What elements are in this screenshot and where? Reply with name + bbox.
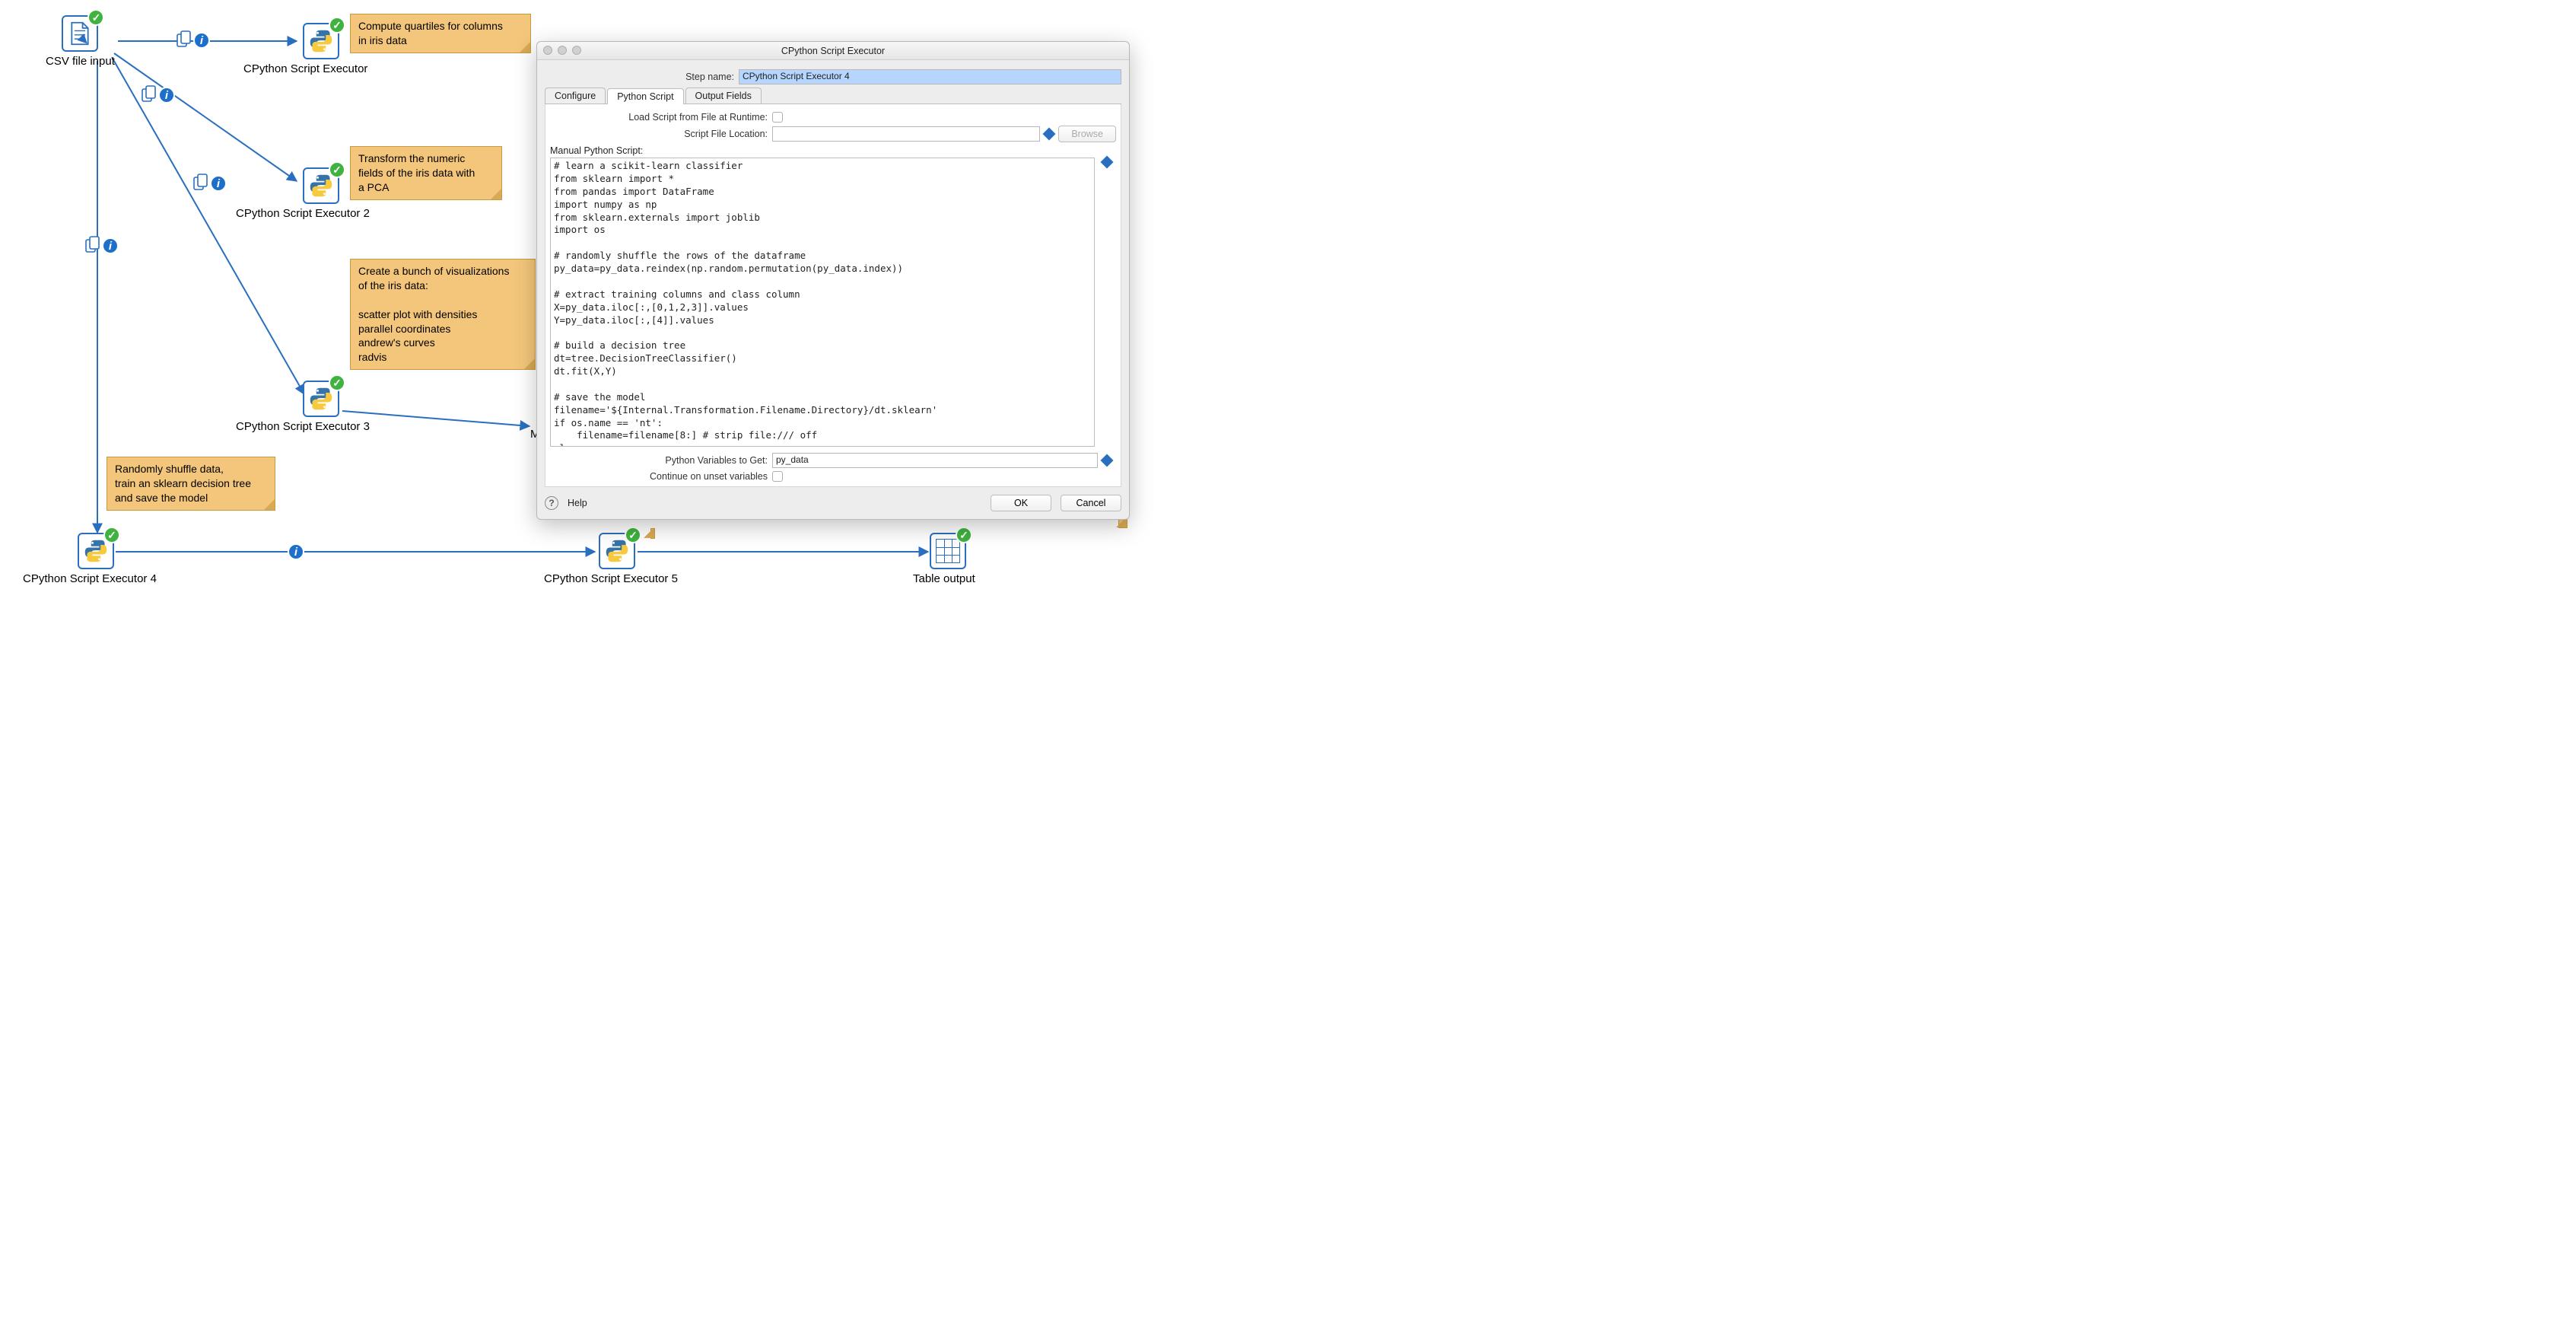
check-icon: ✓ [956, 527, 972, 543]
manual-script-label: Manual Python Script: [550, 145, 1116, 156]
load-script-label: Load Script from File at Runtime: [550, 112, 772, 123]
cancel-button[interactable]: Cancel [1061, 495, 1121, 511]
python-icon [309, 387, 333, 411]
step-name-input[interactable]: CPython Script Executor 4 [739, 69, 1121, 84]
node-cpython-executor-4[interactable]: ✓ CPython Script Executor 4 [23, 533, 157, 585]
python-icon [84, 539, 108, 563]
dialog-title: CPython Script Executor [781, 46, 885, 56]
tabs: Configure Python Script Output Fields [545, 88, 1121, 104]
dialog-cpython-script-executor[interactable]: CPython Script Executor Step name: CPyth… [536, 41, 1130, 520]
check-icon: ✓ [329, 374, 345, 391]
info-icon[interactable]: i [288, 543, 304, 560]
note-pca[interactable]: Transform the numeric fields of the iris… [350, 146, 502, 200]
browse-button[interactable]: Browse [1058, 126, 1116, 142]
zoom-dot[interactable] [572, 46, 581, 55]
hop-copy-icon[interactable] [85, 236, 100, 254]
check-icon: ✓ [625, 527, 641, 543]
info-icon[interactable]: i [102, 237, 119, 254]
dialog-titlebar[interactable]: CPython Script Executor [537, 42, 1129, 60]
python-icon [309, 29, 333, 53]
minimize-dot[interactable] [558, 46, 567, 55]
node-label: CSV file input [46, 55, 115, 68]
script-textarea[interactable]: # learn a scikit-learn classifier from s… [550, 158, 1095, 447]
help-icon[interactable]: ? [545, 496, 558, 510]
tab-configure[interactable]: Configure [545, 88, 606, 104]
node-cpython-executor-3[interactable]: ✓ CPython Script Executor 3 [236, 381, 370, 433]
node-label: CPython Script Executor 3 [236, 420, 370, 433]
continue-label: Continue on unset variables [550, 471, 772, 482]
check-icon: ✓ [329, 161, 345, 178]
python-vars-label: Python Variables to Get: [550, 455, 772, 466]
note-sliver [650, 528, 655, 539]
load-script-checkbox[interactable] [772, 112, 783, 123]
file-icon [68, 21, 92, 46]
node-label: CPython Script Executor 2 [236, 207, 370, 220]
note-shuffle[interactable]: Randomly shuffle data, train an sklearn … [107, 457, 275, 511]
node-label: CPython Script Executor [243, 62, 367, 75]
hop-copy-icon[interactable] [177, 30, 192, 49]
ok-button[interactable]: OK [991, 495, 1051, 511]
tab-python-script[interactable]: Python Script [607, 88, 683, 104]
check-icon: ✓ [87, 9, 104, 26]
info-icon[interactable]: i [158, 87, 175, 104]
node-label: CPython Script Executor 5 [544, 572, 678, 585]
variable-icon[interactable] [1043, 128, 1056, 141]
script-location-input[interactable] [772, 126, 1040, 142]
continue-checkbox[interactable] [772, 471, 783, 482]
variable-icon[interactable] [1101, 454, 1114, 467]
step-name-label: Step name: [545, 72, 739, 82]
python-vars-input[interactable]: py_data [772, 453, 1098, 468]
hop-copy-icon[interactable] [193, 174, 208, 192]
help-label[interactable]: Help [568, 498, 587, 508]
table-icon [936, 539, 960, 563]
node-table-output[interactable]: ✓ Table output [913, 533, 975, 585]
python-icon [605, 539, 629, 563]
python-icon [309, 174, 333, 198]
node-label: CPython Script Executor 4 [23, 572, 157, 585]
hop-copy-icon[interactable] [142, 85, 157, 104]
script-location-label: Script File Location: [550, 129, 772, 139]
note-viz[interactable]: Create a bunch of visualizations of the … [350, 259, 536, 370]
node-csv-file-input[interactable]: ✓ CSV file input [46, 15, 115, 68]
tab-output-fields[interactable]: Output Fields [685, 88, 762, 104]
info-icon[interactable]: i [210, 175, 227, 192]
node-label: Table output [913, 572, 975, 585]
flow-canvas[interactable]: ✓ CSV file input i i i i i ✓ CPython Scr… [0, 0, 1156, 601]
check-icon: ✓ [329, 17, 345, 33]
close-dot[interactable] [543, 46, 552, 55]
check-icon: ✓ [103, 527, 120, 543]
info-icon[interactable]: i [193, 32, 210, 49]
node-cpython-executor-5[interactable]: ✓ CPython Script Executor 5 [544, 533, 678, 585]
node-cpython-executor-1[interactable]: ✓ CPython Script Executor [243, 23, 367, 75]
window-controls[interactable] [543, 46, 581, 55]
note-quartiles[interactable]: Compute quartiles for columns in iris da… [350, 14, 531, 53]
variable-icon[interactable] [1101, 156, 1114, 169]
